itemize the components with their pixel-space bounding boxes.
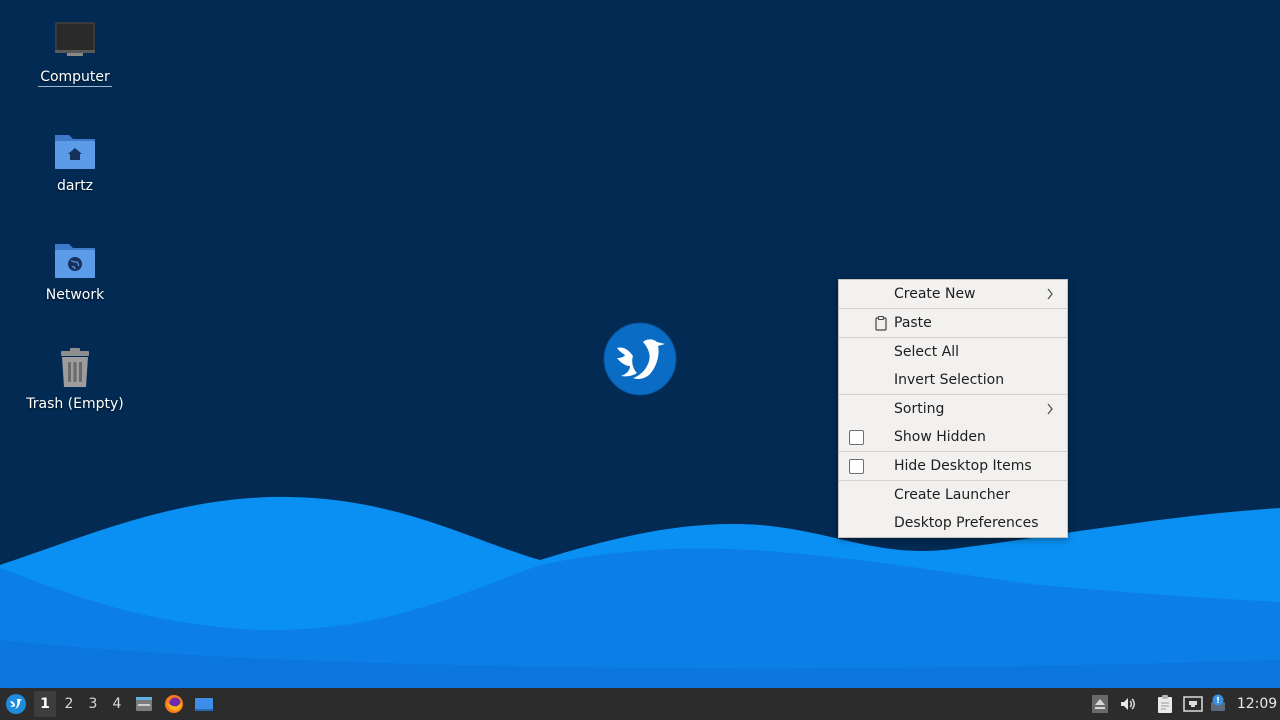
menu-item-label: Paste [894, 315, 932, 331]
show-desktop-icon [195, 698, 213, 711]
menu-item-show-hidden[interactable]: Show Hidden [839, 423, 1067, 451]
desktop-icon-home[interactable]: dartz [20, 127, 130, 195]
workspace-2[interactable]: 2 [58, 688, 80, 720]
workspace-label: 4 [112, 696, 122, 712]
volume-icon [1121, 698, 1135, 710]
menu-item-paste[interactable]: Paste [839, 309, 1067, 337]
desktop-icon-label: Trash (Empty) [26, 396, 124, 412]
trash-icon [61, 348, 89, 387]
workspace-4[interactable]: 4 [106, 688, 128, 720]
menu-item-select-all[interactable]: Select All [839, 338, 1067, 366]
desktop-icon-label: Network [45, 287, 105, 303]
desktop-icon-trash[interactable]: Trash (Empty) [20, 345, 130, 413]
menu-item-label: Invert Selection [894, 372, 1005, 388]
menu-item-create-launcher[interactable]: Create Launcher [839, 481, 1067, 509]
menu-item-invert-selection[interactable]: Invert Selection [839, 366, 1067, 394]
eject-button[interactable] [1090, 688, 1110, 720]
workspace-1[interactable]: 1 [34, 691, 56, 717]
workspace-label: 2 [64, 696, 74, 712]
menu-item-label: Select All [894, 344, 959, 360]
menu-item-label: Create New [894, 286, 976, 302]
home-folder-icon [55, 135, 95, 169]
menu-item-hide-desktop-items[interactable]: Hide Desktop Items [839, 452, 1067, 480]
menu-item-label: Desktop Preferences [894, 515, 1039, 531]
desktop-context-menu: Create New Paste Select All Invert Selec… [838, 279, 1068, 538]
menu-item-create-new[interactable]: Create New [839, 280, 1067, 308]
monitor-icon [55, 22, 95, 56]
menu-item-desktop-preferences[interactable]: Desktop Preferences [839, 509, 1067, 537]
network-wired-icon [1183, 696, 1203, 712]
menu-item-label: Sorting [894, 401, 945, 417]
desktop-icon-label: Computer [38, 69, 112, 87]
menu-item-sorting[interactable]: Sorting [839, 395, 1067, 423]
firefox-icon [165, 695, 183, 713]
desktop-icon-label: dartz [56, 178, 94, 194]
network-folder-icon [55, 244, 95, 278]
clock[interactable]: 12:09 [1236, 688, 1278, 720]
taskbar: 1 2 3 4 12:09 [0, 688, 1280, 720]
desktop-icon-computer[interactable]: Computer [20, 18, 130, 87]
hide-desktop-items-checkbox[interactable] [849, 459, 864, 474]
workspace-label: 1 [40, 696, 50, 712]
file-manager-icon [136, 697, 152, 711]
clock-time: 12:09 [1236, 696, 1278, 712]
chevron-right-icon [1047, 403, 1053, 415]
desktop-icon-network[interactable]: Network [20, 236, 130, 304]
update-notifier-icon [1211, 694, 1225, 711]
desktop[interactable]: Computer dartz Network Trash (Empty) Cre… [0, 0, 1280, 688]
workspace-label: 3 [88, 696, 98, 712]
firefox-launcher[interactable] [163, 688, 185, 720]
eject-icon [1092, 695, 1108, 713]
volume-button[interactable] [1117, 688, 1139, 720]
clipboard-button[interactable] [1154, 688, 1176, 720]
distro-logo-icon [6, 694, 26, 714]
menu-item-label: Create Launcher [894, 487, 1011, 503]
start-menu-button[interactable] [3, 688, 29, 720]
paste-icon [875, 315, 887, 331]
show-desktop-button[interactable] [193, 688, 215, 720]
menu-item-label: Hide Desktop Items [894, 458, 1032, 474]
update-notifier-button[interactable] [1208, 688, 1230, 720]
show-hidden-checkbox[interactable] [849, 430, 864, 445]
distro-logo [603, 322, 677, 396]
chevron-right-icon [1047, 288, 1053, 300]
network-status-button[interactable] [1182, 688, 1204, 720]
clipboard-icon [1158, 695, 1172, 713]
menu-item-label: Show Hidden [894, 429, 986, 445]
workspace-3[interactable]: 3 [82, 688, 104, 720]
file-manager-launcher[interactable] [133, 688, 155, 720]
